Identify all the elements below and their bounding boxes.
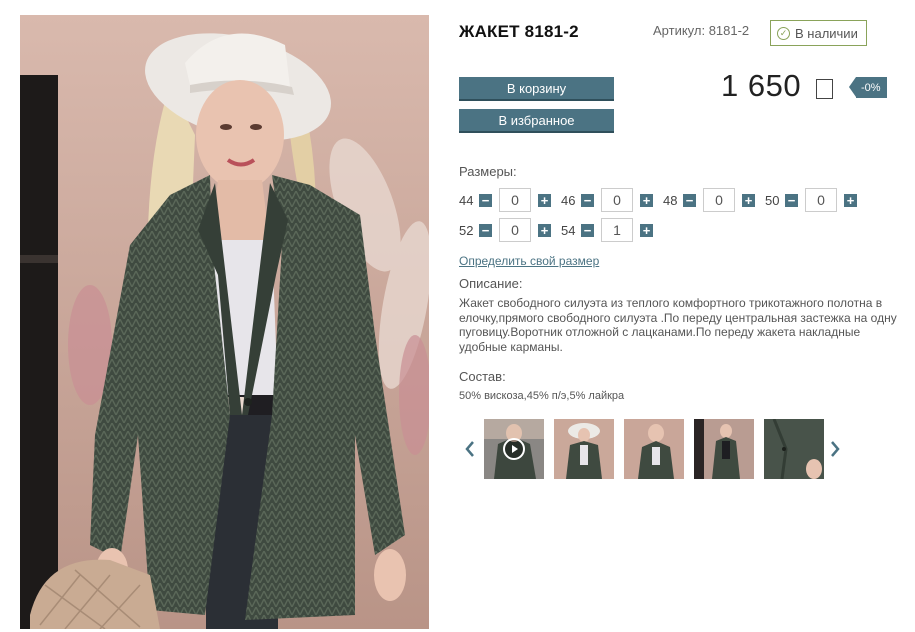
minus-button[interactable]: − — [683, 193, 696, 207]
check-circle-icon: ✓ — [777, 26, 790, 40]
size-selector-54: 54 − 1 + — [561, 218, 653, 242]
add-to-cart-button[interactable]: В корзину — [459, 77, 614, 99]
composition-label: Состав: — [459, 369, 506, 384]
sizes-label: Размеры: — [459, 164, 517, 179]
minus-button[interactable]: − — [581, 223, 594, 237]
plus-button[interactable]: + — [538, 193, 551, 207]
size-row: 44 − 0 + 46 − 0 + 48 − 0 + 50 − 0 + — [459, 188, 867, 212]
description-text: Жакет свободного силуэта из теплого комф… — [459, 296, 897, 354]
quantity-input[interactable]: 0 — [703, 188, 735, 212]
plus-button[interactable]: + — [844, 193, 857, 207]
play-icon[interactable] — [503, 438, 525, 460]
quantity-input[interactable]: 0 — [499, 218, 531, 242]
quantity-input[interactable]: 0 — [499, 188, 531, 212]
stock-badge: ✓ В наличии — [770, 20, 867, 46]
size-selector-48: 48 − 0 + — [663, 188, 755, 212]
product-photo[interactable] — [20, 15, 429, 629]
thumbnail-image[interactable] — [554, 419, 614, 479]
size-selector-46: 46 − 0 + — [561, 188, 653, 212]
quantity-input[interactable]: 1 — [601, 218, 633, 242]
thumbnail-image[interactable] — [764, 419, 824, 479]
chevron-right-icon[interactable] — [828, 437, 842, 461]
minus-button[interactable]: − — [581, 193, 594, 207]
price-value: 1 650 — [721, 68, 802, 103]
size-number: 50 — [765, 192, 780, 208]
discount-badge: -0% — [849, 77, 887, 98]
size-row: 52 − 0 + 54 − 1 + — [459, 218, 663, 242]
plus-button[interactable]: + — [640, 193, 653, 207]
plus-button[interactable]: + — [640, 223, 653, 237]
size-number: 48 — [663, 192, 678, 208]
product-title: ЖАКЕТ 8181-2 — [459, 22, 579, 41]
stock-label: В наличии — [795, 25, 858, 41]
plus-button[interactable]: + — [538, 223, 551, 237]
size-selector-44: 44 − 0 + — [459, 188, 551, 212]
size-selector-50: 50 − 0 + — [765, 188, 857, 212]
minus-button[interactable]: − — [785, 193, 798, 207]
thumbnail-image[interactable] — [694, 419, 754, 479]
add-to-favorites-button[interactable]: В избранное — [459, 109, 614, 131]
size-number: 46 — [561, 192, 576, 208]
size-guide-link[interactable]: Определить свой размер — [459, 254, 599, 268]
minus-button[interactable]: − — [479, 193, 492, 207]
description-label: Описание: — [459, 276, 523, 291]
size-number: 54 — [561, 222, 576, 238]
thumbnail-image[interactable] — [624, 419, 684, 479]
size-number: 52 — [459, 222, 474, 238]
plus-button[interactable]: + — [742, 193, 755, 207]
quantity-input[interactable]: 0 — [601, 188, 633, 212]
size-number: 44 — [459, 192, 474, 208]
product-page: ЖАКЕТ 8181-2 Артикул: 8181-2 ✓ В наличии… — [0, 0, 915, 632]
composition-text: 50% вискоза,45% п/э,5% лайкра — [459, 390, 625, 402]
minus-button[interactable]: − — [479, 223, 492, 237]
currency-icon — [816, 79, 833, 99]
quantity-input[interactable]: 0 — [805, 188, 837, 212]
size-selector-52: 52 − 0 + — [459, 218, 551, 242]
thumbnail-video[interactable] — [484, 419, 544, 479]
chevron-left-icon[interactable] — [463, 437, 477, 461]
product-article: Артикул: 8181-2 — [653, 23, 750, 38]
